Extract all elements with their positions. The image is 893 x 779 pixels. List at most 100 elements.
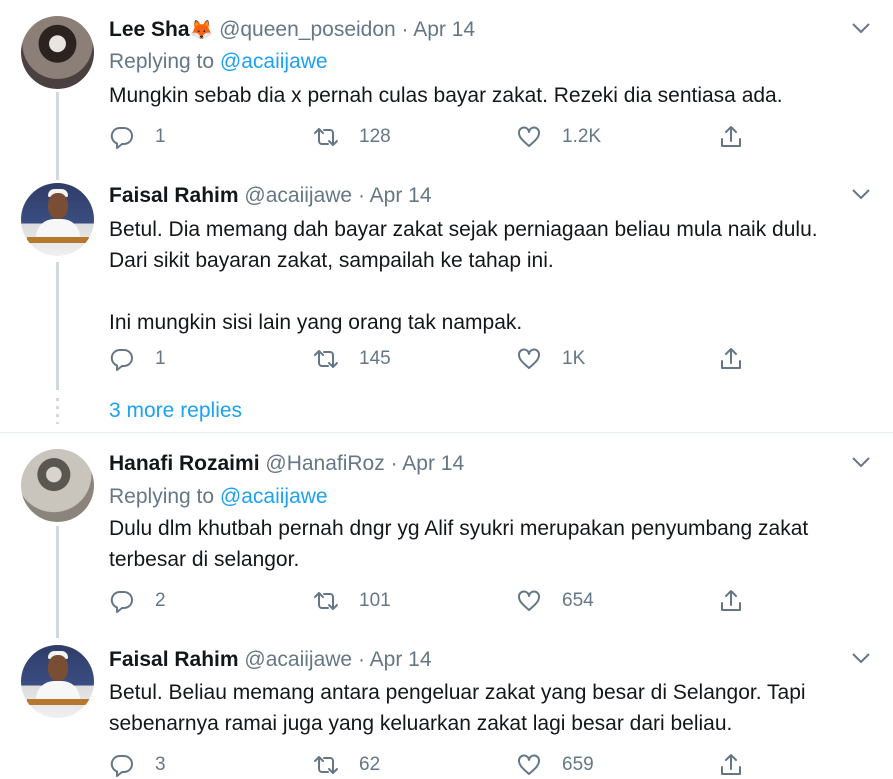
reply-icon	[110, 590, 133, 613]
reply-icon	[110, 754, 133, 777]
replying-label: Replying to	[109, 50, 215, 73]
like-button[interactable]: 654	[516, 587, 594, 615]
tweet-date[interactable]: Apr 14	[413, 18, 475, 41]
tweet-actions: 1 128 1.2K	[109, 123, 809, 151]
chevron-down-icon[interactable]	[851, 21, 871, 35]
tweet-header: Faisal Rahim @acaiijawe · Apr 14	[109, 647, 432, 673]
reply-button[interactable]: 1	[109, 123, 166, 151]
share-icon	[721, 590, 741, 611]
tweet-actions: 1 145 1K	[109, 345, 809, 373]
retweet-count: 101	[359, 590, 391, 611]
user-handle[interactable]: @acaiijawe	[244, 648, 352, 671]
tweet-text: Dulu dlm khutbah pernah dngr yg Alif syu…	[109, 513, 879, 575]
share-button[interactable]	[718, 345, 744, 373]
user-handle[interactable]: @queen_poseidon	[219, 18, 396, 41]
heart-icon	[518, 348, 540, 369]
replying-to: Replying to @acaiijawe	[109, 49, 328, 75]
thread-dots	[56, 398, 59, 424]
reply-icon	[110, 348, 133, 371]
text-line: Ini mungkin sisi lain yang orang tak nam…	[109, 311, 523, 334]
share-button[interactable]	[718, 123, 744, 151]
text-line: terbesar di selangor.	[109, 548, 300, 571]
replying-to-link[interactable]: @acaiijawe	[220, 50, 328, 73]
retweet-count: 128	[359, 126, 391, 147]
reply-button[interactable]: 2	[109, 587, 166, 615]
avatar[interactable]	[21, 645, 94, 718]
reply-count: 2	[155, 590, 166, 611]
heart-icon	[518, 590, 540, 611]
heart-icon	[518, 126, 540, 147]
display-name[interactable]: Hanafi Rozaimi	[109, 452, 260, 475]
fox-emoji: 🦊	[189, 20, 214, 41]
avatar[interactable]	[21, 449, 94, 522]
text-line: Betul. Dia memang dah bayar zakat sejak …	[109, 218, 818, 241]
retweet-button[interactable]: 128	[313, 123, 391, 151]
avatar[interactable]	[21, 183, 94, 256]
like-button[interactable]: 1.2K	[516, 123, 601, 151]
chevron-down-icon[interactable]	[851, 187, 871, 201]
text-line: Betul. Beliau memang antara pengeluar za…	[109, 681, 806, 704]
display-name[interactable]: Lee Sha	[109, 18, 190, 41]
chevron-down-icon[interactable]	[851, 651, 871, 665]
heart-icon	[518, 754, 540, 775]
like-count: 654	[562, 590, 594, 611]
replying-to-link[interactable]: @acaiijawe	[220, 485, 328, 508]
tweet-date[interactable]: Apr 14	[402, 452, 464, 475]
retweet-icon	[314, 350, 338, 368]
like-button[interactable]: 1K	[516, 345, 585, 373]
chevron-down-icon[interactable]	[851, 455, 871, 469]
like-count: 1.2K	[562, 126, 602, 147]
tweet-text: Mungkin sebab dia x pernah culas bayar z…	[109, 80, 879, 111]
tweet-date[interactable]: Apr 14	[370, 648, 432, 671]
retweet-button[interactable]: 101	[313, 587, 391, 615]
share-icon	[721, 348, 741, 369]
separator-dot: ·	[357, 184, 365, 207]
separator-dot: ·	[390, 452, 398, 475]
reply-button[interactable]: 1	[109, 345, 166, 373]
retweet-icon	[314, 756, 338, 774]
tweet[interactable]: Lee Sha🦊 @queen_poseidon · Apr 14 Replyi…	[0, 0, 893, 170]
retweet-button[interactable]: 145	[313, 345, 391, 373]
more-replies-link[interactable]: 3 more replies	[109, 399, 242, 423]
avatar-face	[48, 193, 68, 219]
replying-label: Replying to	[109, 485, 215, 508]
share-icon	[721, 126, 741, 147]
reply-count: 1	[155, 126, 166, 147]
avatar[interactable]	[21, 16, 94, 89]
like-count: 659	[562, 754, 594, 775]
tweet[interactable]: Faisal Rahim @acaiijawe · Apr 14 Betul. …	[0, 633, 893, 777]
tweet[interactable]: Hanafi Rozaimi @HanafiRoz · Apr 14 Reply…	[0, 433, 893, 633]
tweet-text: Betul. Dia memang dah bayar zakat sejak …	[109, 214, 879, 338]
text-line: Dari sikit bayaran zakat, sampailah ke t…	[109, 249, 554, 272]
retweet-count: 62	[359, 754, 381, 775]
like-count: 1K	[562, 348, 586, 369]
text-line: Dulu dlm khutbah pernah dngr yg Alif syu…	[109, 517, 809, 540]
retweet-icon	[314, 128, 338, 146]
separator-dot: ·	[401, 18, 409, 41]
user-handle[interactable]: @HanafiRoz	[265, 452, 384, 475]
display-name[interactable]: Faisal Rahim	[109, 648, 239, 671]
tweet-actions: 2 101 654	[109, 587, 809, 615]
avatar-face	[48, 655, 68, 681]
user-handle[interactable]: @acaiijawe	[244, 184, 352, 207]
tweet[interactable]: Faisal Rahim @acaiijawe · Apr 14 Betul. …	[0, 170, 893, 400]
text-gap	[109, 276, 879, 307]
text-line: sebenarnya ramai juga yang keluarkan zak…	[109, 712, 733, 735]
reply-count: 3	[155, 754, 166, 775]
tweet-header: Faisal Rahim @acaiijawe · Apr 14	[109, 183, 432, 209]
share-icon	[721, 754, 741, 775]
replying-to: Replying to @acaiijawe	[109, 484, 328, 510]
tweet-text: Betul. Beliau memang antara pengeluar za…	[109, 677, 879, 739]
display-name[interactable]: Faisal Rahim	[109, 184, 239, 207]
separator-dot: ·	[357, 648, 365, 671]
retweet-count: 145	[359, 348, 391, 369]
tweet-date[interactable]: Apr 14	[370, 184, 432, 207]
reply-count: 1	[155, 348, 166, 369]
share-button[interactable]	[718, 587, 744, 615]
retweet-icon	[314, 592, 338, 610]
tweet-header: Lee Sha🦊 @queen_poseidon · Apr 14	[109, 17, 475, 44]
avatar-desk	[27, 237, 89, 243]
avatar-desk	[27, 699, 89, 705]
reply-icon	[110, 126, 133, 149]
text-line: Mungkin sebab dia x pernah culas bayar z…	[109, 84, 783, 107]
